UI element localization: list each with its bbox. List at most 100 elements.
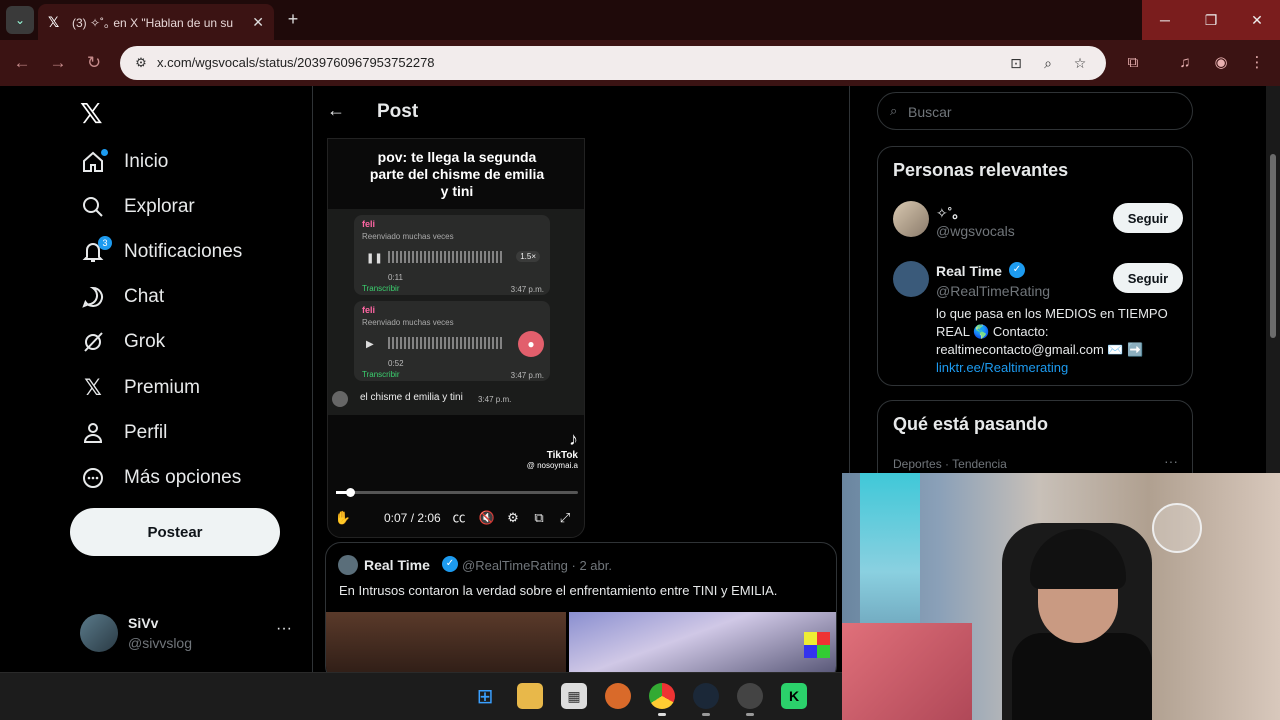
transcribe-link: Transcribir (362, 370, 400, 379)
more-circle-icon (80, 465, 106, 491)
grok-icon (80, 329, 106, 355)
nav-label: Perfil (124, 422, 168, 443)
follow-button[interactable]: Seguir (1113, 203, 1183, 233)
browser-tab[interactable]: 𝕏 (3) ✧˚｡ en X "Hablan de un su ✕ (38, 4, 274, 40)
fullscreen-icon[interactable]: ⤢ (556, 507, 574, 529)
x-logo-icon[interactable]: 𝕏 (80, 100, 108, 128)
microphone-icon: ● (518, 331, 544, 357)
sender-name: feli (362, 305, 376, 315)
nav-item-mas-opciones[interactable]: Más opciones (80, 458, 241, 498)
minimize-button[interactable]: ─ (1142, 0, 1188, 40)
forward-arrow-icon[interactable]: → (47, 52, 69, 74)
close-tab-icon[interactable]: ✕ (252, 14, 264, 31)
chrome-icon[interactable] (649, 683, 675, 716)
browser-toolbar: ← → ↻ ⚙ x.com/wgsvocals/status/203976096… (0, 40, 1280, 86)
nav-item-explorar[interactable]: Explorar (80, 187, 195, 227)
address-bar[interactable]: ⚙ x.com/wgsvocals/status/203976096795375… (120, 46, 1106, 80)
mute-icon[interactable]: 🔇 (478, 507, 496, 529)
video-progress-bar[interactable] (336, 488, 578, 497)
avatar (338, 555, 358, 575)
extensions-icon[interactable]: ⧉ (1122, 52, 1144, 74)
nav-label: Más opciones (124, 467, 242, 488)
search-icon (80, 194, 106, 220)
quoted-post[interactable]: Real Time ✓ @RealTimeRating · 2 abr. En … (325, 542, 837, 672)
pip-icon[interactable]: ⧉ (530, 507, 548, 529)
zoom-icon[interactable]: ⌕ (1038, 53, 1058, 73)
close-window-button[interactable]: ✕ (1234, 0, 1280, 40)
x-favicon-icon: 𝕏 (48, 13, 60, 30)
verified-badge-icon: ✓ (1009, 262, 1025, 278)
nav-label: Notificaciones (124, 241, 243, 262)
quote-image[interactable] (569, 612, 836, 672)
fan (1152, 503, 1202, 553)
speed-badge: 1.5× (516, 251, 540, 262)
nav-item-inicio[interactable]: Inicio (80, 142, 168, 182)
steam-icon[interactable] (693, 683, 719, 716)
forwarded-label: Reenviado muchas veces (362, 232, 454, 241)
panel-title: Personas relevantes (893, 160, 1069, 180)
bed (842, 623, 972, 720)
media-control-icon[interactable]: ♫ (1174, 52, 1196, 74)
quote-author-name: Real Time (364, 557, 430, 573)
back-arrow-icon[interactable]: ← (11, 52, 33, 74)
nav-label: Explorar (124, 196, 195, 217)
fl-studio-icon[interactable] (605, 683, 631, 709)
restore-button[interactable]: ❐ (1188, 0, 1234, 40)
nav-item-premium[interactable]: 𝕏 Premium (80, 368, 200, 408)
account-handle: @sivvslog (128, 635, 193, 651)
new-tab-button[interactable]: + (282, 8, 304, 30)
play-pause-icon[interactable]: ✋ (334, 507, 352, 529)
search-icon: ⌕ (890, 103, 898, 118)
file-explorer-icon[interactable] (517, 683, 543, 709)
nav-label: Chat (124, 286, 165, 307)
bell-icon: 3 (80, 236, 112, 265)
video-player[interactable]: pov: te llega la segunda parte del chism… (327, 138, 585, 538)
back-arrow-icon[interactable]: ← (327, 100, 345, 121)
search-placeholder: Buscar (908, 104, 952, 120)
nav-item-perfil[interactable]: Perfil (80, 413, 167, 453)
obs-icon[interactable] (737, 683, 763, 716)
reload-icon[interactable]: ↻ (83, 52, 105, 74)
kick-icon[interactable]: K (781, 683, 807, 709)
profile-avatar-icon[interactable]: ◉ (1210, 52, 1232, 74)
store-icon[interactable]: ▦ (561, 683, 587, 709)
bookmark-star-icon[interactable]: ☆ (1070, 53, 1090, 73)
quote-image[interactable] (326, 612, 566, 672)
tiktok-logo-icon: ♪ (569, 429, 578, 449)
video-controls: ✋ 0:07 / 2:06 ㏄ 🔇 ⚙ ⧉ ⤢ (328, 507, 584, 529)
follow-button[interactable]: Seguir (1113, 263, 1183, 293)
tiktok-watermark: ♪ TikTok @ nosoymai.a (526, 429, 578, 470)
start-windows-icon[interactable]: ⊞ (472, 683, 498, 709)
waveform (388, 251, 504, 263)
post-button[interactable]: Postear (70, 508, 280, 556)
message-time: 3:47 p.m. (510, 285, 544, 294)
settings-gear-icon[interactable]: ⚙ (504, 507, 522, 529)
more-dots-icon[interactable]: ··· (1164, 453, 1178, 469)
search-box[interactable]: ⌕ Buscar (877, 92, 1193, 130)
account-switcher[interactable]: SiVv @sivvslog ··· (80, 612, 300, 652)
install-app-icon[interactable]: ⊡ (1006, 53, 1026, 73)
more-dots-icon[interactable]: ··· (276, 620, 292, 638)
site-info-icon[interactable]: ⚙ (132, 54, 150, 72)
x-icon: 𝕏 (84, 375, 102, 400)
account-name: SiVv (128, 615, 159, 631)
notification-badge: 3 (98, 236, 112, 250)
captions-icon[interactable]: ㏄ (450, 507, 468, 529)
quote-text: En Intrusos contaron la verdad sobre el … (339, 583, 778, 598)
new-posts-dot (101, 149, 108, 156)
progress-handle[interactable] (345, 488, 355, 497)
nav-item-notificaciones[interactable]: 3 Notificaciones (80, 232, 242, 272)
chat-icon (80, 284, 106, 310)
video-caption: pov: te llega la segunda parte del chism… (369, 149, 545, 199)
tab-search-icon[interactable]: ⌄ (6, 6, 34, 34)
scrollbar-thumb[interactable] (1270, 154, 1276, 338)
bio-link[interactable]: linktr.ee/Realtimerating (936, 359, 1176, 377)
nav-label: Grok (124, 331, 166, 352)
nav-item-chat[interactable]: Chat (80, 277, 164, 317)
quote-handle-date: @RealTimeRating · 2 abr. (462, 558, 612, 573)
nav-item-grok[interactable]: Grok (80, 322, 165, 362)
tiktok-user: @ nosoymai.a (526, 461, 578, 470)
waveform (388, 337, 504, 349)
menu-kebab-icon[interactable]: ⋮ (1246, 52, 1268, 74)
avatar (332, 391, 348, 407)
